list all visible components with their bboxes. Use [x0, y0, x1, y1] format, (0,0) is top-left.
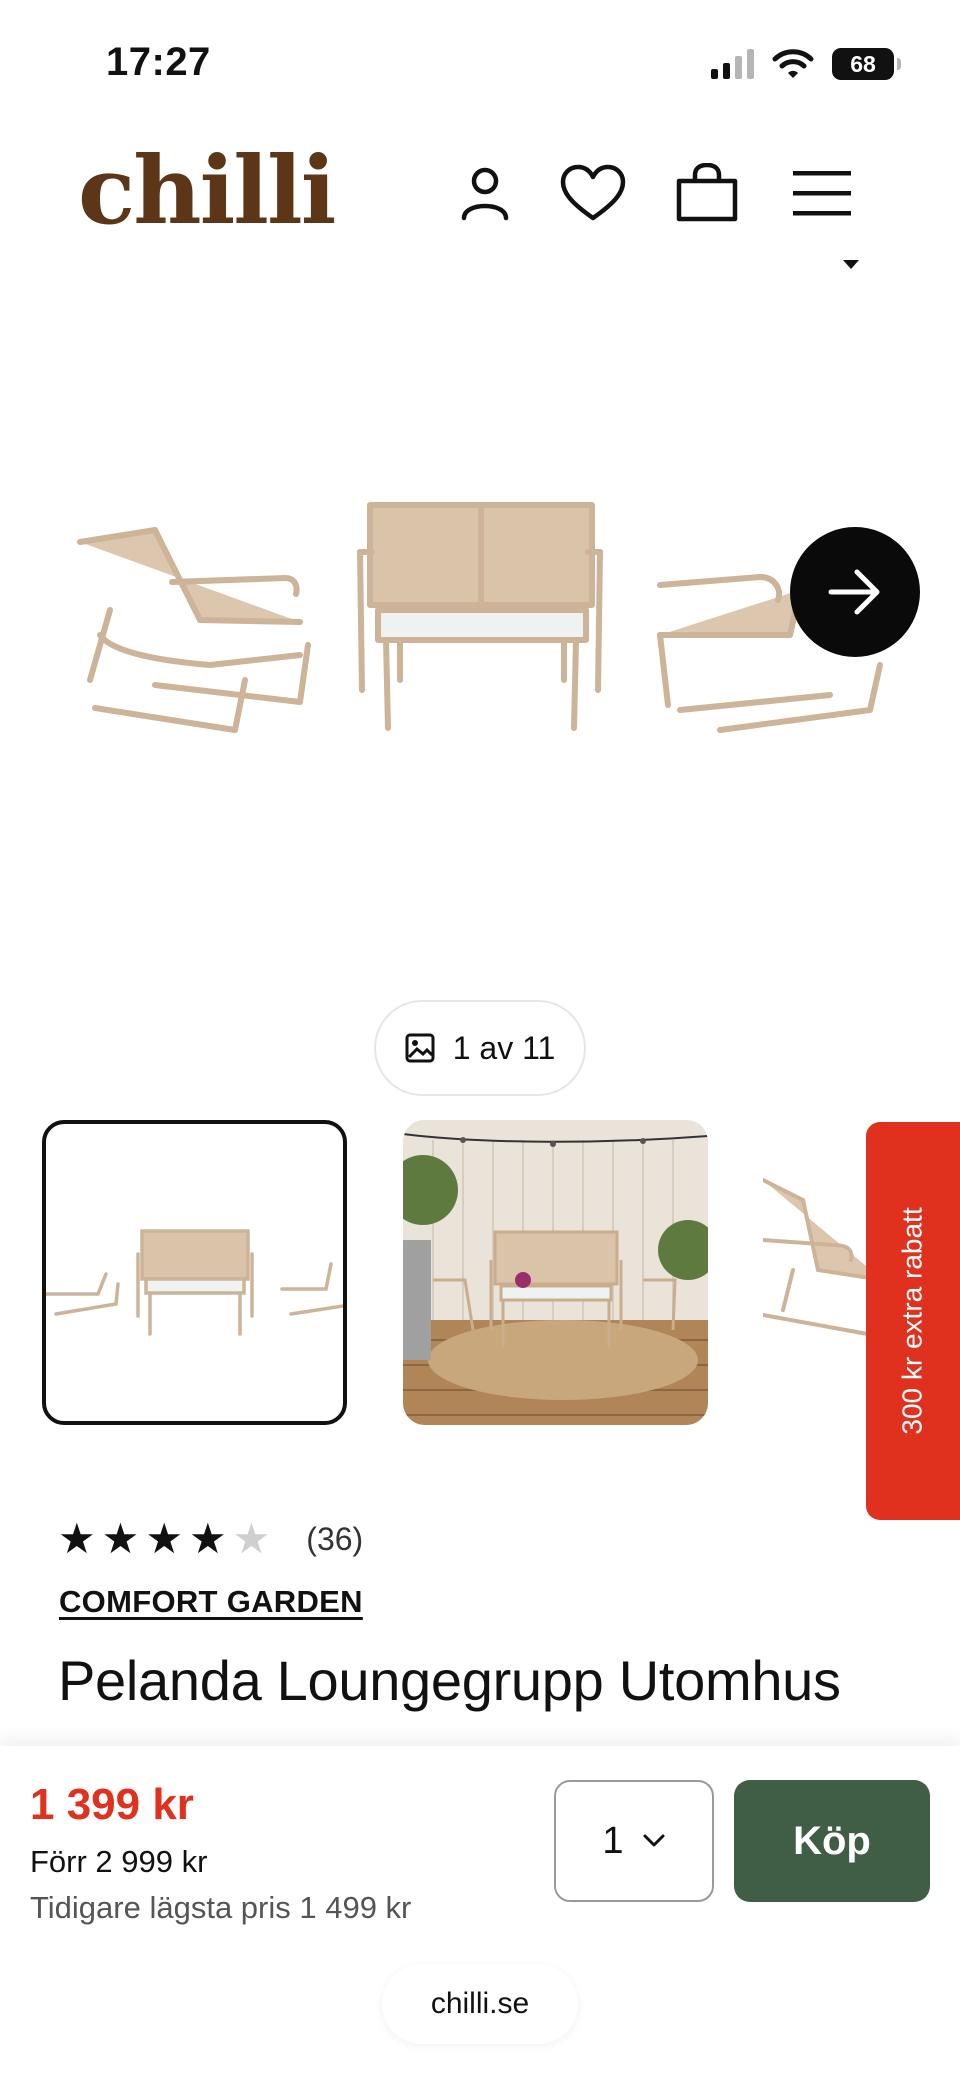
chevron-down-icon: [643, 1834, 665, 1847]
arrow-right-icon: [828, 569, 880, 615]
product-title: Pelanda Loungegrupp Utomhus: [58, 1649, 841, 1712]
status-icons: 68: [711, 44, 901, 84]
menu-icon[interactable]: [787, 158, 857, 228]
thumbnail-1[interactable]: [42, 1120, 347, 1425]
promo-side-tab[interactable]: 300 kr extra rabatt: [866, 1122, 960, 1520]
buy-button[interactable]: Köp: [734, 1780, 930, 1902]
image-counter-label: 1 av 11: [452, 1029, 556, 1066]
review-count: (36): [306, 1520, 364, 1557]
thumbnail-3-image: [763, 1178, 883, 1337]
lowest-previous-price: Tidigare lägsta pris 1 499 kr: [30, 1890, 412, 1925]
thumbnail-2-image: [403, 1120, 708, 1425]
star-icon: ★: [101, 1515, 140, 1562]
brand-link[interactable]: COMFORT GARDEN: [59, 1584, 363, 1620]
thumbnail-2[interactable]: [403, 1120, 708, 1425]
battery-icon: 68: [832, 48, 901, 80]
status-bar: 17:27 68: [0, 0, 960, 120]
thumbnail-1-image: [46, 1229, 343, 1336]
star-icon: ★: [188, 1515, 227, 1562]
cellular-signal-icon: [711, 49, 754, 79]
browser-url-pill[interactable]: chilli.se: [382, 1964, 578, 2044]
promo-label: 300 kr extra rabatt: [897, 1207, 929, 1435]
quantity-select[interactable]: 1: [554, 1780, 714, 1902]
quantity-value: 1: [602, 1819, 624, 1862]
brand-logo[interactable]: chilli: [78, 136, 336, 246]
image-counter[interactable]: 1 av 11: [374, 1000, 586, 1096]
product-rating[interactable]: ★ ★ ★ ★ ★ (36): [58, 1516, 363, 1562]
chevron-down-icon[interactable]: [843, 260, 859, 269]
status-time: 17:27: [106, 40, 211, 84]
star-empty-icon: ★: [232, 1515, 271, 1562]
thumbnail-3[interactable]: [763, 1120, 883, 1425]
previous-price: Förr 2 999 kr: [30, 1844, 208, 1879]
star-icon: ★: [58, 1515, 96, 1562]
gallery-next-button[interactable]: [790, 527, 920, 657]
current-price: 1 399 kr: [30, 1780, 194, 1829]
account-icon[interactable]: [450, 158, 520, 228]
wifi-icon: [772, 49, 814, 78]
heart-icon[interactable]: [558, 158, 628, 228]
site-header: chilli: [0, 130, 960, 260]
shopping-bag-icon[interactable]: [672, 158, 742, 228]
star-icon: ★: [145, 1515, 183, 1562]
image-icon: [405, 1033, 435, 1063]
